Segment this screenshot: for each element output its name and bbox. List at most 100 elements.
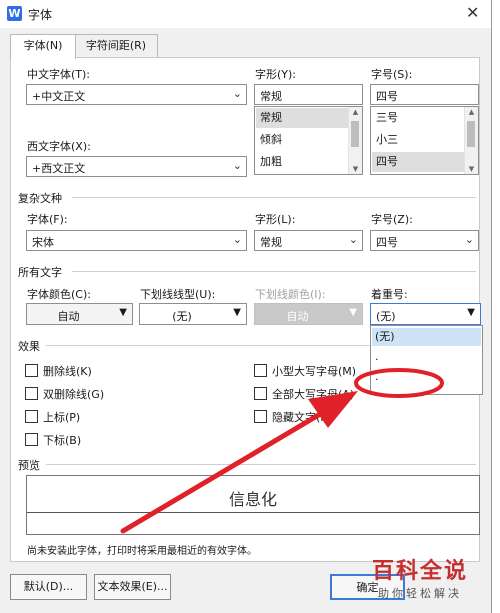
western-font-select[interactable]: +西文正文 ⌄	[26, 156, 247, 177]
checkbox-label: 小型大写字母(M)	[272, 365, 357, 378]
scroll-thumb[interactable]	[351, 121, 359, 147]
size-option[interactable]: 四号	[372, 152, 464, 172]
checkbox-label: 下标(B)	[43, 434, 82, 447]
preview-text: 信息化	[228, 490, 277, 509]
cjk-font-select[interactable]: +中文正文 ⌄	[26, 84, 247, 105]
complex-size-select[interactable]: 四号 ⌄	[370, 230, 479, 251]
double-strikethrough-checkbox[interactable]: 双删除线(G)	[25, 386, 104, 402]
divider	[72, 197, 476, 198]
divider	[72, 271, 476, 272]
complex-font-label: 字体(F):	[27, 213, 68, 226]
western-font-label: 西文字体(X):	[27, 140, 91, 153]
chevron-down-icon: ⌄	[348, 233, 358, 246]
size-input[interactable]: 四号	[370, 84, 479, 105]
scroll-up-icon[interactable]: ▲	[349, 108, 362, 116]
complex-style-label: 字形(L):	[255, 213, 296, 226]
text-effects-button[interactable]: 文本效果(E)...	[94, 574, 171, 600]
checkbox-box[interactable]	[25, 364, 38, 377]
emphasis-option[interactable]: .	[372, 368, 481, 386]
scroll-down-icon[interactable]: ▼	[349, 165, 362, 173]
default-button[interactable]: 默认(D)...	[10, 574, 87, 600]
emphasis-dropdown-list: (无) . .	[370, 325, 483, 395]
superscript-checkbox[interactable]: 上标(P)	[25, 409, 80, 425]
complex-size-value: 四号	[376, 236, 398, 249]
size-input-value: 四号	[376, 90, 398, 103]
style-list-scrollbar[interactable]: ▲ ▼	[348, 107, 362, 174]
checkbox-box[interactable]	[25, 410, 38, 423]
size-label: 字号(S):	[371, 68, 413, 81]
subscript-checkbox[interactable]: 下标(B)	[25, 432, 81, 448]
triangle-down-icon: ▼	[233, 307, 241, 318]
divider	[46, 464, 476, 465]
checkbox-box[interactable]	[25, 387, 38, 400]
tab-character-spacing[interactable]: 字符间距(R)	[74, 34, 158, 57]
complex-font-value: 宋体	[32, 236, 54, 249]
hidden-text-checkbox[interactable]: 隐藏文字(H)	[254, 409, 333, 425]
baseline	[27, 512, 479, 513]
size-option[interactable]: 小三	[372, 130, 464, 150]
size-option[interactable]: 三号	[372, 108, 464, 128]
font-color-value: 自动	[57, 310, 80, 323]
watermark-brand: 百科全说	[372, 559, 469, 584]
underline-style-label: 下划线线型(U):	[140, 288, 216, 301]
underline-color-label: 下划线颜色(I):	[255, 288, 326, 301]
font-color-label: 字体颜色(C):	[27, 288, 91, 301]
complex-script-section: 复杂文种	[6, 190, 476, 205]
watermark: 百科全说 助你轻松解决	[372, 553, 468, 601]
underline-style-select[interactable]: (无) ▼	[139, 303, 247, 325]
western-font-value: +西文正文	[32, 162, 86, 175]
font-color-button[interactable]: 自动 ▼	[26, 303, 133, 325]
checkbox-label: 隐藏文字(H)	[272, 411, 333, 424]
style-input-value: 常规	[260, 90, 282, 103]
chevron-down-icon: ⌄	[232, 159, 242, 172]
checkbox-box[interactable]	[25, 433, 38, 446]
all-caps-checkbox[interactable]: 全部大写字母(A)	[254, 386, 354, 402]
complex-style-select[interactable]: 常规 ⌄	[254, 230, 363, 251]
background-strip	[492, 0, 500, 613]
watermark-tagline: 助你轻松解决	[378, 587, 462, 600]
checkbox-label: 删除线(K)	[43, 365, 92, 378]
preview-box: 信息化	[26, 475, 480, 535]
style-option[interactable]: 常规	[256, 108, 348, 128]
triangle-down-icon: ▼	[119, 307, 127, 318]
scroll-thumb[interactable]	[467, 121, 475, 147]
emphasis-option[interactable]: .	[372, 348, 481, 366]
emphasis-option[interactable]: (无)	[372, 328, 481, 346]
triangle-down-icon: ▼	[467, 307, 475, 318]
size-list-scrollbar[interactable]: ▲ ▼	[464, 107, 478, 174]
scroll-down-icon[interactable]: ▼	[465, 165, 478, 173]
all-text-heading: 所有文字	[18, 266, 62, 279]
style-option[interactable]: 加粗	[256, 152, 348, 172]
font-not-installed-note: 尚未安装此字体，打印时将采用最相近的有效字体。	[27, 546, 257, 557]
complex-size-label: 字号(Z):	[371, 213, 413, 226]
style-option[interactable]: 倾斜	[256, 130, 348, 150]
underline-color-button: 自动 ▼	[254, 303, 363, 325]
style-list[interactable]: 常规 倾斜 加粗 ▲ ▼	[254, 106, 363, 175]
checkbox-label: 双删除线(G)	[43, 388, 105, 401]
checkbox-box[interactable]	[254, 364, 267, 377]
underline-color-value: 自动	[286, 310, 309, 323]
underline-style-value: (无)	[172, 310, 192, 323]
triangle-down-icon: ▼	[349, 307, 357, 318]
emphasis-value: (无)	[376, 310, 396, 323]
size-list[interactable]: 三号 小三 四号 ▲ ▼	[370, 106, 479, 175]
complex-font-select[interactable]: 宋体 ⌄	[26, 230, 247, 251]
wps-app-icon: W	[7, 6, 22, 21]
checkbox-box[interactable]	[254, 387, 267, 400]
cjk-font-value: +中文正文	[32, 90, 86, 103]
style-input[interactable]: 常规	[254, 84, 363, 105]
scroll-up-icon[interactable]: ▲	[465, 108, 478, 116]
close-icon[interactable]: ✕	[466, 3, 479, 22]
effects-heading: 效果	[18, 340, 40, 353]
chevron-down-icon: ⌄	[232, 233, 242, 246]
small-caps-checkbox[interactable]: 小型大写字母(M)	[254, 363, 356, 379]
all-text-section: 所有文字	[6, 264, 476, 279]
chevron-down-icon: ⌄	[232, 87, 242, 100]
emphasis-select[interactable]: (无) ▼	[370, 303, 481, 325]
tab-font[interactable]: 字体(N)	[10, 34, 76, 59]
title-bar: W 字体 ✕	[0, 0, 491, 28]
complex-style-value: 常规	[260, 236, 282, 249]
strikethrough-checkbox[interactable]: 删除线(K)	[25, 363, 92, 379]
checkbox-box[interactable]	[254, 410, 267, 423]
complex-script-heading: 复杂文种	[18, 192, 62, 205]
